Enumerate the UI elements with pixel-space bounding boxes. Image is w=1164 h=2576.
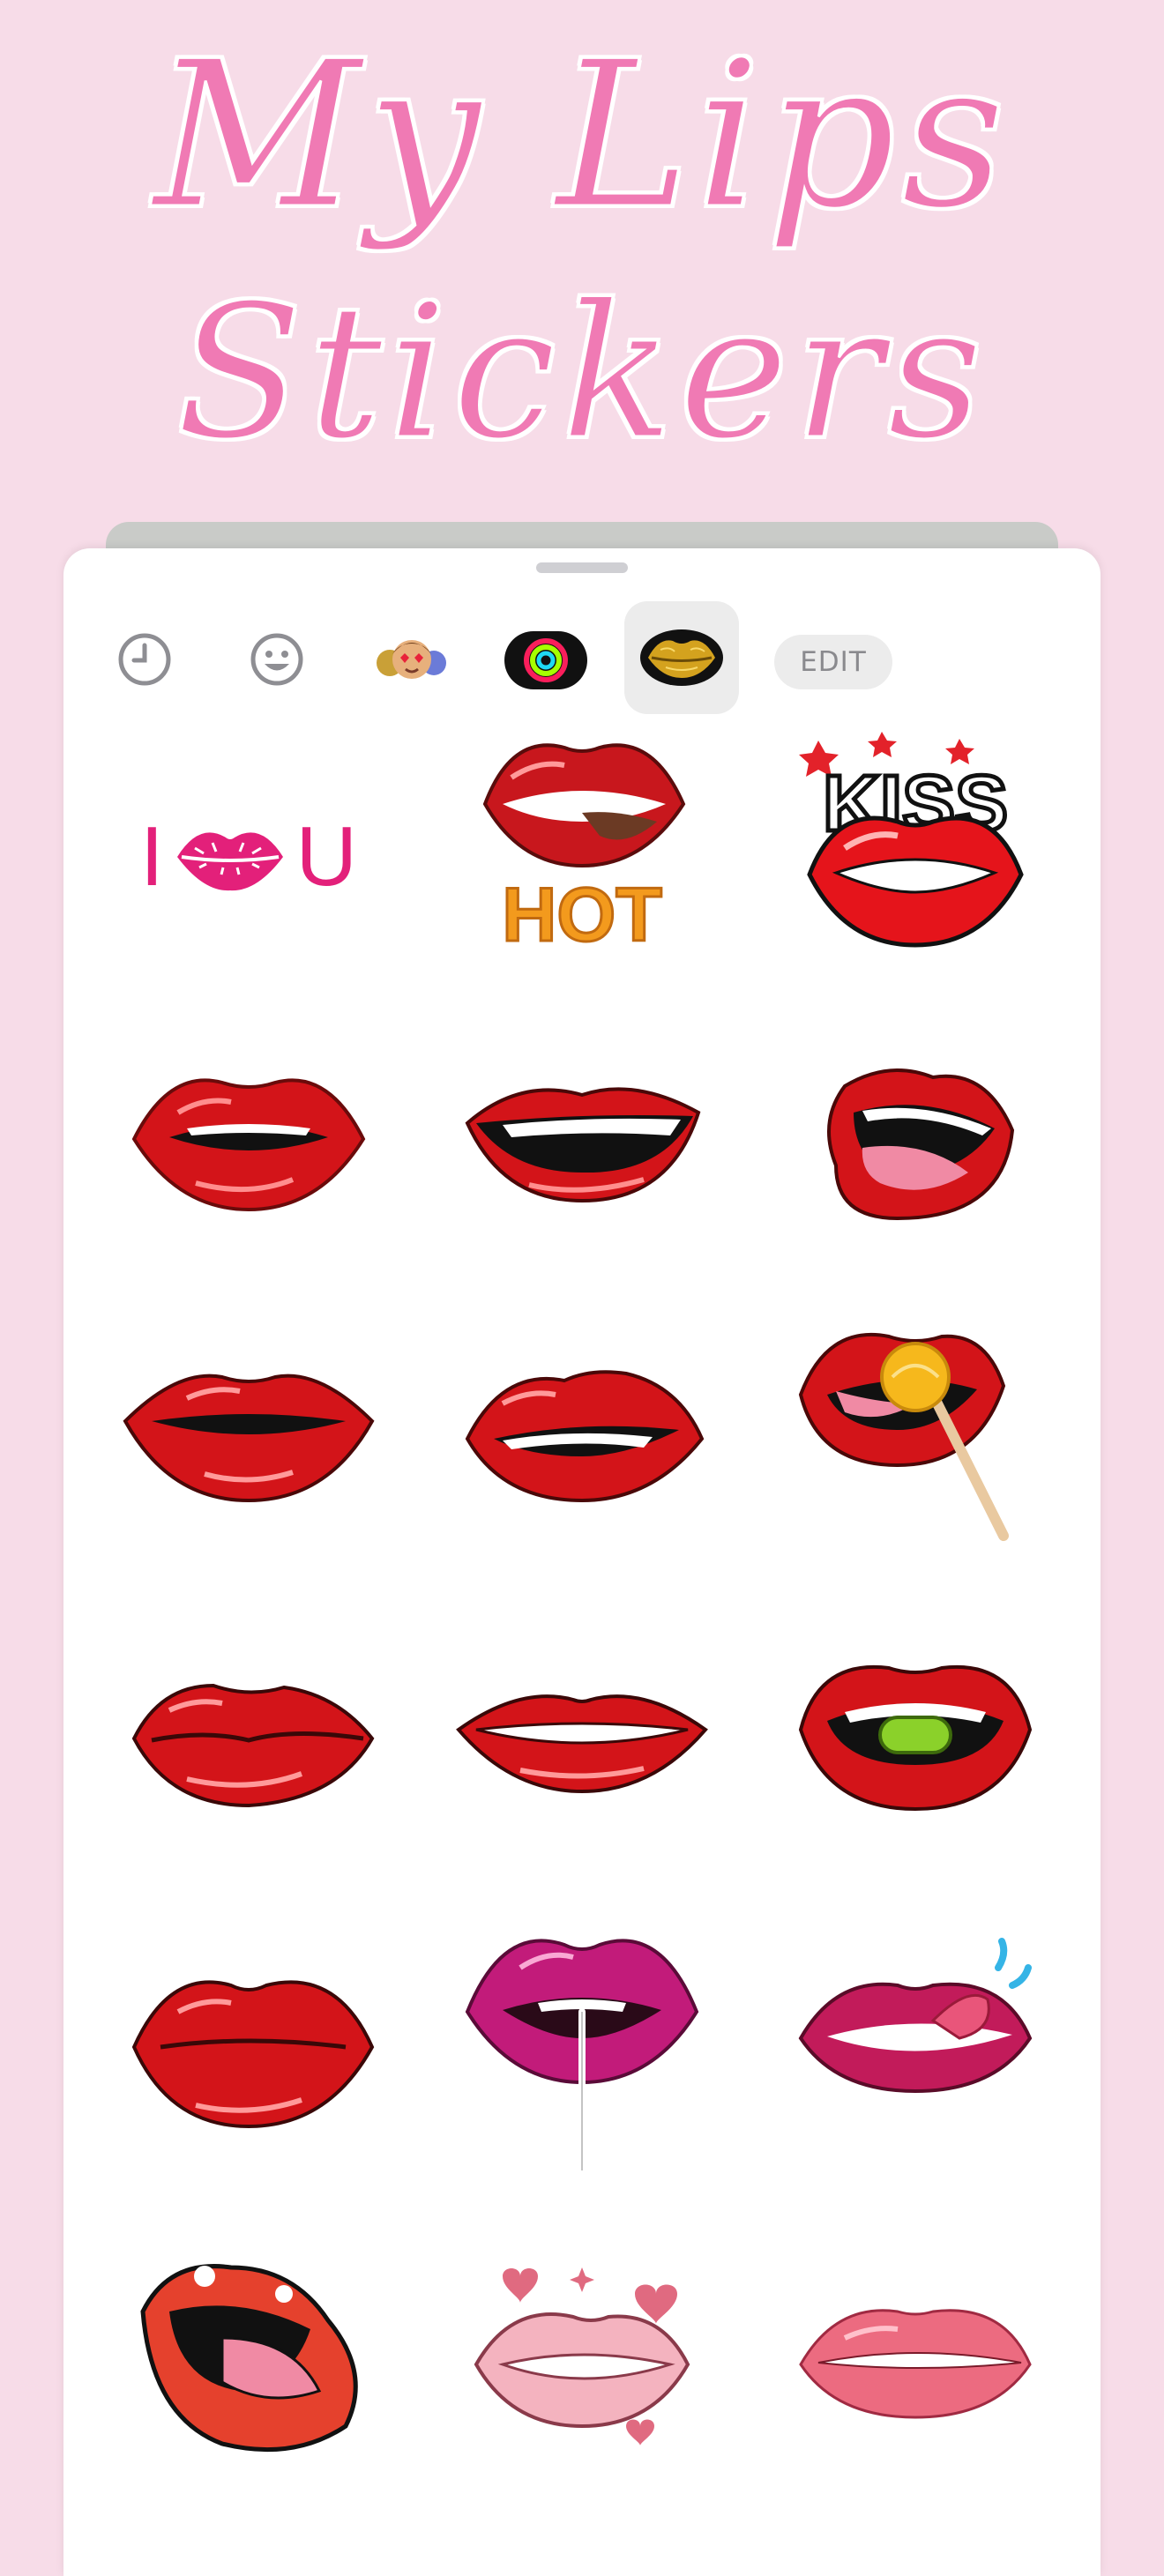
sticker-hot-lips[interactable]: HOT [450, 725, 714, 959]
page-title-line1: My Lips [152, 19, 1011, 254]
sticker-lips-3-2[interactable] [450, 1315, 714, 1545]
sticker-lips-candy[interactable] [783, 1624, 1048, 1853]
sticker-lips-6-1[interactable] [116, 2241, 381, 2470]
lips-stickers-tab[interactable] [624, 601, 739, 714]
sticker-pink-lips-bite[interactable] [783, 2241, 1048, 2470]
activity-rings-icon [504, 631, 587, 689]
gold-lips-icon [640, 629, 723, 686]
sticker-lips-2-1[interactable] [116, 1024, 381, 1254]
sticker-drawer: EDIT I U HOT KISS [63, 548, 1101, 2576]
sticker-lips-2-3[interactable] [783, 1024, 1048, 1254]
drawer-toolbar: EDIT [63, 601, 1101, 716]
sticker-letter-i: I [140, 809, 164, 904]
sticker-pink-lips-lollipop[interactable] [450, 1915, 714, 2174]
clock-icon [118, 633, 171, 686]
sticker-hot-text: HOT [502, 873, 662, 957]
kiss-print-icon [176, 832, 283, 891]
drawer-grabber[interactable] [536, 562, 628, 573]
sticker-lips-2-2[interactable] [450, 1024, 714, 1254]
recents-tab[interactable] [115, 629, 175, 689]
emoji-tab[interactable] [247, 629, 307, 689]
sticker-lips-4-2[interactable] [450, 1624, 714, 1853]
sticker-lips-3-1[interactable] [116, 1315, 381, 1545]
sticker-i-kiss-u[interactable]: I U [116, 742, 381, 972]
sticker-kiss-lips[interactable]: KISS [783, 725, 1048, 954]
smiley-icon [250, 633, 303, 686]
edit-button[interactable]: EDIT [774, 635, 892, 689]
sticker-pink-lips-tongue[interactable] [783, 1915, 1048, 2144]
page-title-line2: Stickers [175, 264, 989, 480]
sticker-lips-5-1[interactable] [116, 1932, 381, 2162]
sticker-lips-4-1[interactable] [116, 1624, 381, 1853]
activity-tab[interactable] [504, 631, 587, 689]
memoji-icon [377, 640, 446, 679]
sticker-letter-u: U [295, 809, 357, 904]
memoji-tab[interactable] [372, 628, 451, 691]
sticker-lips-lollipop[interactable] [783, 1315, 1048, 1545]
sticker-lips-hearts[interactable] [450, 2241, 714, 2470]
